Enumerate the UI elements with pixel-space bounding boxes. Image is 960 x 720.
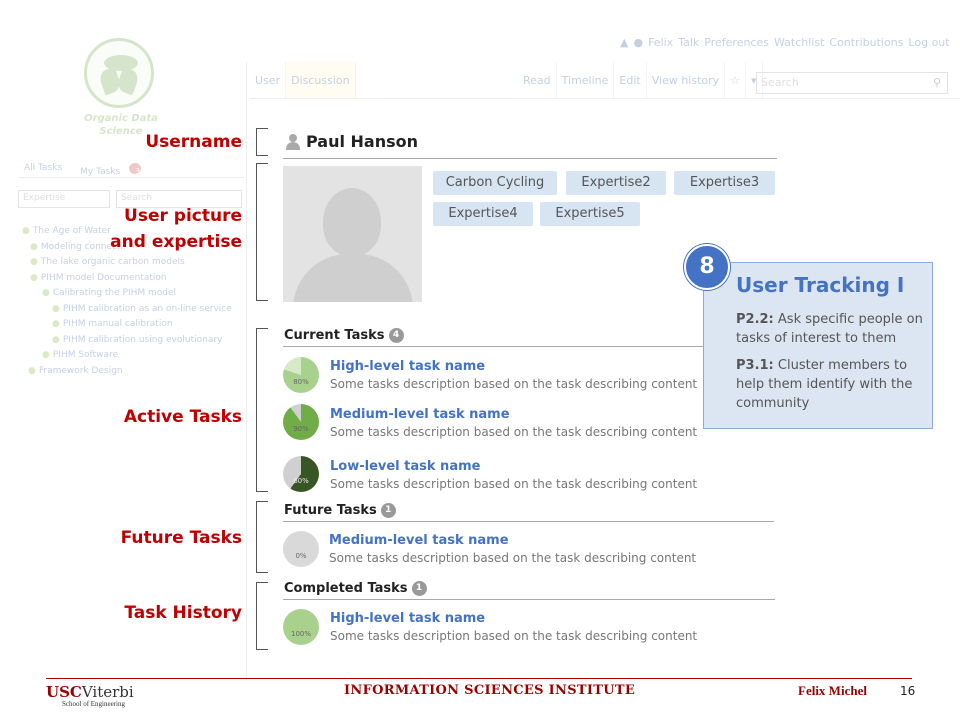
callout-title: User Tracking I <box>736 273 905 297</box>
tab-timeline[interactable]: Timeline <box>557 62 615 98</box>
task-progress-pie: 80% <box>283 357 319 393</box>
expertise-tag[interactable]: Expertise3 <box>674 171 775 195</box>
tree-item[interactable]: Framework Design <box>28 364 232 380</box>
task-description: Some tasks description based on the task… <box>329 551 697 565</box>
tree-item[interactable]: PIHM calibration using evolutionary <box>52 333 232 349</box>
top-link-preferences[interactable]: Preferences <box>704 36 769 49</box>
tab-read[interactable]: Read <box>518 62 557 98</box>
task-progress-pie: 0% <box>283 531 319 567</box>
future-tasks-count: 1 <box>380 503 396 518</box>
current-tasks-count: 4 <box>388 328 404 343</box>
task-name-link[interactable]: Medium-level task name <box>329 533 509 548</box>
task-progress-pie: 90% <box>283 404 319 440</box>
footer-divider <box>46 678 912 679</box>
bracket-username <box>256 128 268 156</box>
content-divider <box>246 62 247 680</box>
sidebar-tabs: All Tasks My Tasks 3 <box>18 160 244 178</box>
completed-tasks-heading: Completed Tasks 1 <box>284 581 427 596</box>
institute-name: INFORMATION SCIENCES INSTITUTE <box>344 683 636 698</box>
tab-user[interactable]: User <box>250 62 287 98</box>
top-link-user[interactable]: Felix <box>648 36 673 49</box>
completed-tasks-count: 1 <box>411 581 427 596</box>
annotation-picture-line1: User picture <box>124 206 242 226</box>
annotation-picture-line2: and expertise <box>110 232 242 252</box>
current-tasks-heading: Current Tasks 4 <box>284 328 404 343</box>
current-tasks-divider <box>283 346 703 347</box>
username-underline <box>283 158 777 159</box>
top-link-talk[interactable]: Talk <box>678 36 699 49</box>
future-tasks-divider <box>283 521 774 522</box>
tab-edit[interactable]: Edit <box>614 62 647 98</box>
page-number: 16 <box>900 684 916 698</box>
future-tasks-heading: Future Tasks 1 <box>284 503 396 518</box>
search-input[interactable]: Search ⚲ <box>756 72 948 94</box>
header-divider <box>250 98 960 99</box>
annotation-task-history: Task History <box>124 603 242 623</box>
tree-item[interactable]: The lake organic carbon models <box>30 255 232 271</box>
search-icon[interactable]: ⚲ <box>933 76 941 89</box>
tree-item[interactable]: PIHM Software <box>42 348 232 364</box>
view-tabs: Read Timeline Edit View history ☆ ▾ <box>518 62 763 98</box>
sidebar-tab-all-tasks[interactable]: All Tasks <box>18 160 68 177</box>
username: Paul Hanson <box>306 132 419 151</box>
tree-item[interactable]: PIHM calibration as an on-line service <box>52 302 232 318</box>
author-name: Felix Michel <box>798 683 867 698</box>
namespace-tabs: User Discussion <box>250 62 356 98</box>
usc-viterbi-logo: USCViterbi <box>46 683 134 701</box>
school-of-engineering: School of Engineering <box>62 700 125 708</box>
top-link-logout[interactable]: Log out <box>908 36 949 49</box>
bracket-picture <box>256 163 268 301</box>
expertise-tag[interactable]: Expertise5 <box>540 202 640 226</box>
task-name-link[interactable]: Medium-level task name <box>330 407 510 422</box>
tree-item[interactable]: PIHM model Documentation <box>30 271 232 287</box>
sidebar-tab-my-tasks[interactable]: My Tasks 3 <box>68 160 147 177</box>
user-picture <box>283 166 422 302</box>
task-description: Some tasks description based on the task… <box>330 629 698 643</box>
personal-toolbar: ▲ ● Felix Talk Preferences Watchlist Con… <box>620 36 950 49</box>
notification-icon[interactable]: ▲ <box>620 36 628 49</box>
tab-view-history[interactable]: View history <box>647 62 726 98</box>
top-link-contributions[interactable]: Contributions <box>829 36 903 49</box>
bracket-active-tasks <box>256 328 268 492</box>
task-name-link[interactable]: High-level task name <box>330 359 485 374</box>
completed-tasks-divider <box>283 599 775 600</box>
annotation-future-tasks: Future Tasks <box>120 528 242 548</box>
annotation-active-tasks: Active Tasks <box>123 407 242 427</box>
top-link-watchlist[interactable]: Watchlist <box>774 36 824 49</box>
annotation-username: Username <box>145 132 242 152</box>
expertise-tag[interactable]: Expertise4 <box>433 202 533 226</box>
expertise-filter[interactable]: Expertise <box>18 190 110 208</box>
task-name-link[interactable]: Low-level task name <box>330 459 480 474</box>
tree-item[interactable]: PIHM manual calibration <box>52 317 232 333</box>
callout-point-p3-1: P3.1: Cluster members to help them ident… <box>736 358 913 411</box>
user-icon <box>286 134 300 150</box>
task-description: Some tasks description based on the task… <box>330 425 698 439</box>
task-name-link[interactable]: High-level task name <box>330 611 485 626</box>
expertise-tag[interactable]: Expertise2 <box>566 171 666 195</box>
bracket-task-history <box>256 582 268 650</box>
my-tasks-count-badge: 3 <box>129 163 142 176</box>
watch-star-icon[interactable]: ☆ <box>725 62 747 98</box>
task-description: Some tasks description based on the task… <box>330 477 698 491</box>
task-description: Some tasks description based on the task… <box>330 377 698 391</box>
expertise-tag[interactable]: Carbon Cycling <box>433 171 557 195</box>
callout-number-badge: 8 <box>684 244 730 290</box>
tree-item[interactable]: Calibrating the PIHM model <box>42 286 232 302</box>
tab-discussion[interactable]: Discussion <box>286 62 356 98</box>
user-icon: ● <box>633 36 644 49</box>
bracket-future-tasks <box>256 501 268 573</box>
organic-data-science-logo <box>84 38 154 108</box>
callout-point-p2-2: P2.2: Ask specific people on tasks of in… <box>736 312 923 346</box>
task-progress-pie: 100% <box>283 609 319 645</box>
task-progress-pie: 60% <box>283 456 319 492</box>
